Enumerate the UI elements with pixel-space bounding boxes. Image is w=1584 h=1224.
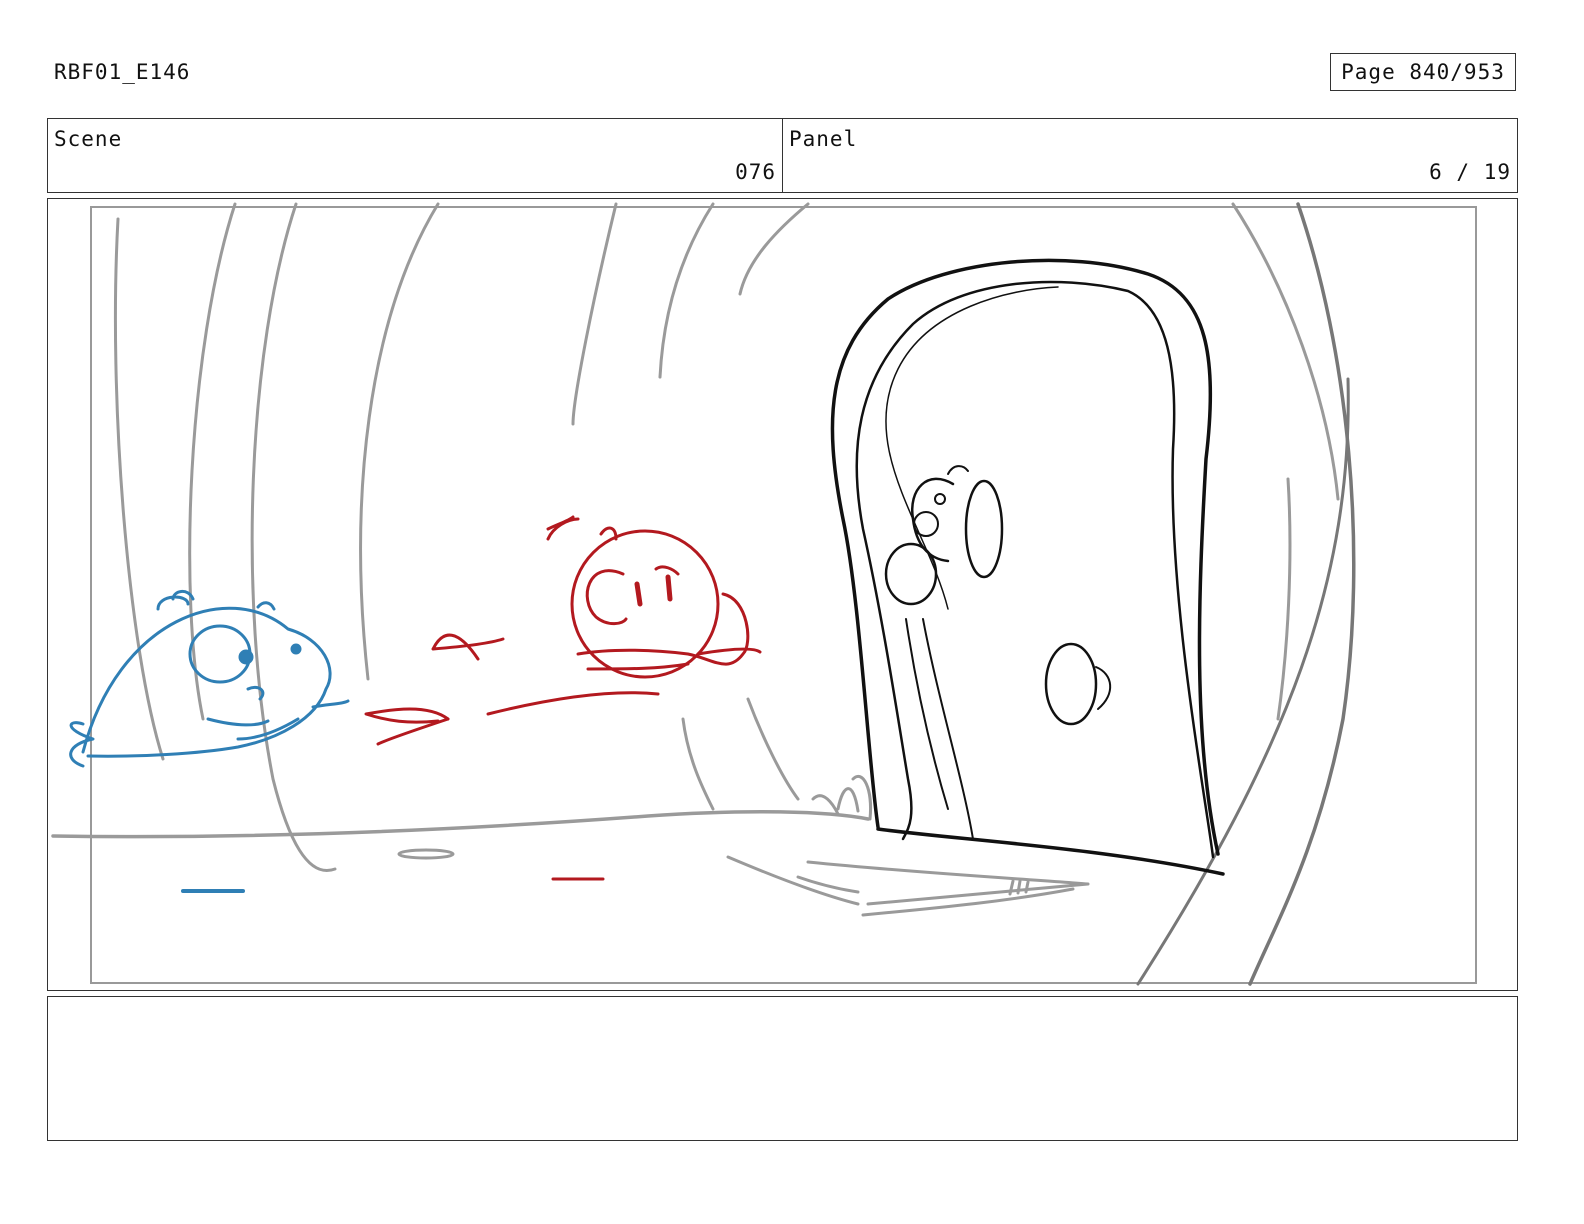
scene-cell: Scene 076 (48, 119, 782, 192)
scene-number: 076 (735, 160, 776, 184)
panel-label: Panel (789, 127, 858, 151)
scene-panel-header: Scene 076 Panel 6 / 19 (47, 118, 1518, 193)
panel-number: 6 / 19 (1429, 160, 1511, 184)
storyboard-sketch (51, 202, 1477, 986)
storyboard-frame (47, 198, 1518, 991)
page-counter: Page 840/953 (1330, 53, 1516, 91)
panel-cell: Panel 6 / 19 (782, 119, 1517, 192)
safe-area-frame (90, 206, 1477, 984)
red-fish-drawing (364, 515, 762, 881)
document-id: RBF01_E146 (54, 60, 191, 84)
door-drawing (830, 258, 1225, 876)
blue-fish-drawing (69, 590, 350, 893)
scene-label: Scene (54, 127, 123, 151)
action-notes-box (47, 996, 1518, 1141)
